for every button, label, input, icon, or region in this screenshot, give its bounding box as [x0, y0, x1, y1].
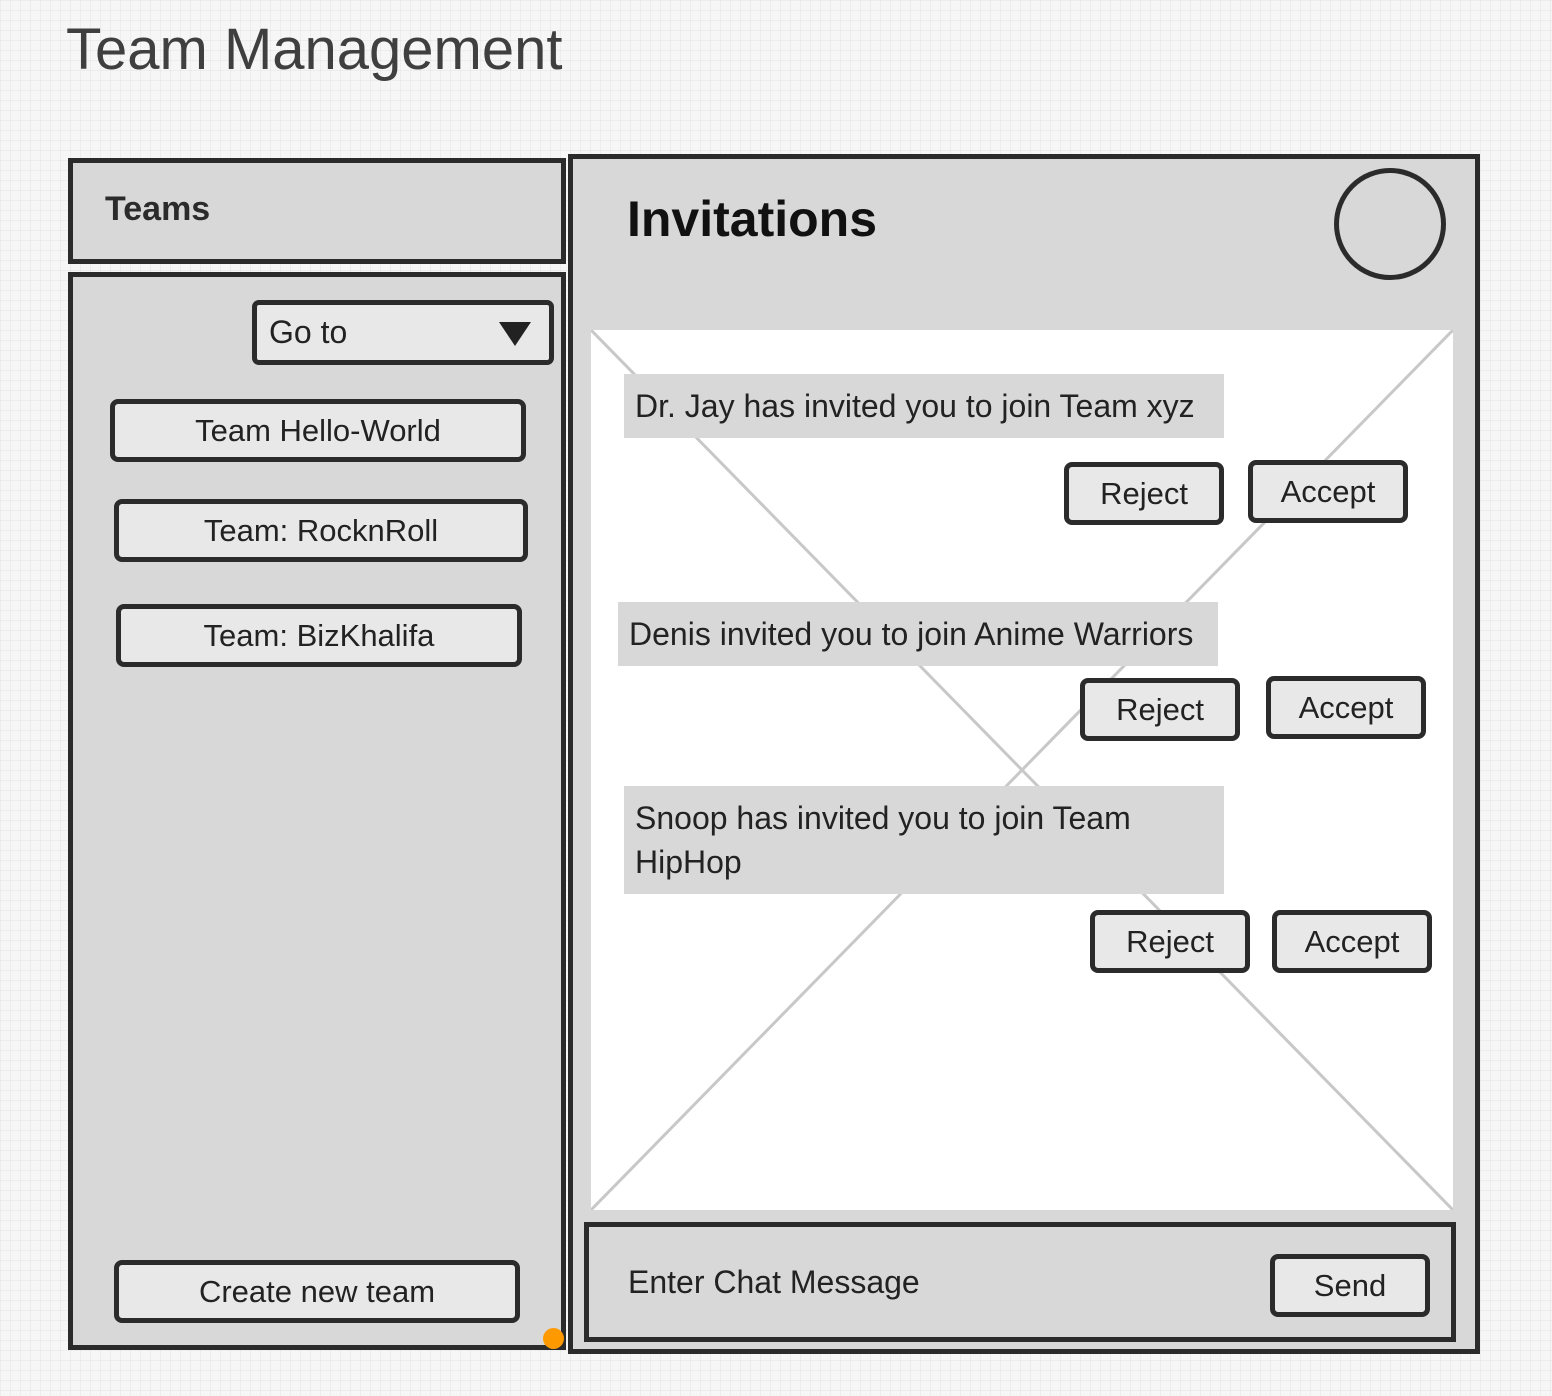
- invitation-message: Dr. Jay has invited you to join Team xyz: [624, 374, 1224, 438]
- team-button-rocknroll[interactable]: Team: RocknRoll: [114, 499, 528, 562]
- goto-dropdown[interactable]: Go to: [252, 300, 554, 365]
- invitations-title: Invitations: [627, 191, 878, 247]
- accept-button[interactable]: Accept: [1272, 910, 1432, 973]
- page-title: Team Management: [66, 17, 563, 82]
- teams-title: Teams: [105, 190, 211, 228]
- invitation-message: Snoop has invited you to join Team HipHo…: [624, 786, 1224, 894]
- avatar[interactable]: [1334, 168, 1446, 280]
- accept-button[interactable]: Accept: [1248, 460, 1408, 523]
- resize-handle[interactable]: [543, 1328, 564, 1349]
- team-button-hello-world[interactable]: Team Hello-World: [110, 399, 526, 462]
- send-button[interactable]: Send: [1270, 1254, 1430, 1317]
- team-button-bizkhalifa[interactable]: Team: BizKhalifa: [116, 604, 522, 667]
- create-team-button[interactable]: Create new team: [114, 1260, 520, 1323]
- chat-message-input[interactable]: [612, 1250, 1252, 1314]
- invitation-message: Denis invited you to join Anime Warriors: [618, 602, 1218, 666]
- reject-button[interactable]: Reject: [1064, 462, 1224, 525]
- chevron-down-icon: [499, 322, 531, 346]
- reject-button[interactable]: Reject: [1090, 910, 1250, 973]
- accept-button[interactable]: Accept: [1266, 676, 1426, 739]
- goto-label: Go to: [269, 314, 348, 350]
- reject-button[interactable]: Reject: [1080, 678, 1240, 741]
